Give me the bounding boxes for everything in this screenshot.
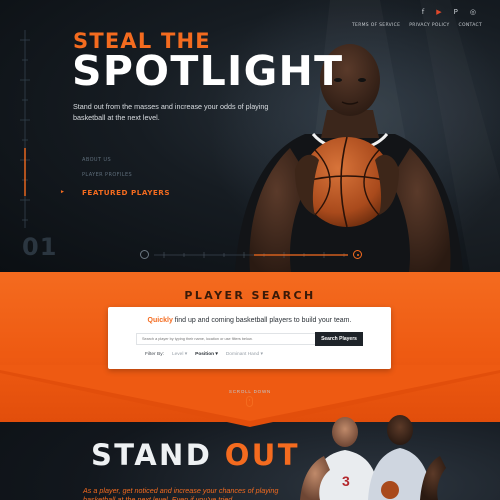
scroll-down-label[interactable]: SCROLL DOWN <box>0 389 500 394</box>
step-label: PLAYER PROFILES <box>82 171 133 178</box>
step-label: ABOUT US <box>82 156 112 163</box>
contact-link[interactable]: CONTACT <box>459 23 482 28</box>
stand-out-word-2: OUT <box>224 438 300 472</box>
privacy-link[interactable]: PRIVACY POLICY <box>409 23 449 28</box>
step-label: FEATURED PLAYERS <box>82 187 171 197</box>
slide-number: 01 <box>22 233 58 261</box>
player-search-title: PLAYER SEARCH <box>184 289 316 302</box>
active-step-arrow-icon: ► <box>60 189 65 195</box>
stand-out-players-image: 3 <box>300 415 446 500</box>
level-filter-dropdown[interactable]: Level ▾ <box>172 352 187 357</box>
position-filter-dropdown[interactable]: Position ▾ <box>195 352 218 357</box>
hero-headline: SPOTLIGHT <box>72 47 344 95</box>
mouse-scroll-icon[interactable] <box>246 396 253 407</box>
social-links: f ▶ P ◎ <box>352 8 476 16</box>
dominant-hand-filter-dropdown[interactable]: Dominant Hand ▾ <box>226 352 263 357</box>
player-search-input[interactable] <box>136 333 322 345</box>
slider-track[interactable] <box>154 249 348 261</box>
search-card-heading: Quickly find up and coming basketball pl… <box>108 317 391 324</box>
search-card-text: find up and coming basketball players to… <box>172 317 352 324</box>
next-slide-button[interactable] <box>353 250 362 259</box>
search-card-emphasis: Quickly <box>147 317 173 324</box>
step-player-profiles[interactable]: PLAYER PROFILES <box>60 167 170 182</box>
hero-lede: Stand out from the masses and increase y… <box>73 102 269 122</box>
slider-controls <box>140 249 362 261</box>
landing-page: f ▶ P ◎ TERMS OF SERVICE PRIVACY POLICY … <box>0 0 500 500</box>
stand-out-word-1: STAND <box>91 438 213 472</box>
step-featured-players[interactable]: ► FEATURED PLAYERS <box>60 182 170 202</box>
terms-link[interactable]: TERMS OF SERVICE <box>352 23 400 28</box>
stand-out-heading: STAND OUT <box>91 438 300 472</box>
stand-out-copy: As a player, get noticed and increase yo… <box>83 486 279 500</box>
utility-links: TERMS OF SERVICE PRIVACY POLICY CONTACT <box>352 23 482 28</box>
hero-section: f ▶ P ◎ TERMS OF SERVICE PRIVACY POLICY … <box>0 0 500 272</box>
search-players-button[interactable]: Search Players <box>315 332 363 346</box>
search-filters: Filter By: Level ▾ Position ▾ Dominant H… <box>145 352 263 357</box>
top-navigation: f ▶ P ◎ TERMS OF SERVICE PRIVACY POLICY … <box>352 8 482 28</box>
pinterest-icon[interactable]: P <box>454 8 458 16</box>
youtube-icon[interactable]: ▶ <box>436 8 441 16</box>
filter-label: Filter By: <box>145 352 164 357</box>
facebook-icon[interactable]: f <box>422 8 424 16</box>
search-card: Quickly find up and coming basketball pl… <box>108 307 391 369</box>
previous-slide-button[interactable] <box>140 250 149 259</box>
hero-step-nav: ABOUT US PLAYER PROFILES ► FEATURED PLAY… <box>60 152 170 202</box>
instagram-icon[interactable]: ◎ <box>470 8 476 16</box>
step-about-us[interactable]: ABOUT US <box>60 152 170 167</box>
svg-text:3: 3 <box>342 473 350 489</box>
